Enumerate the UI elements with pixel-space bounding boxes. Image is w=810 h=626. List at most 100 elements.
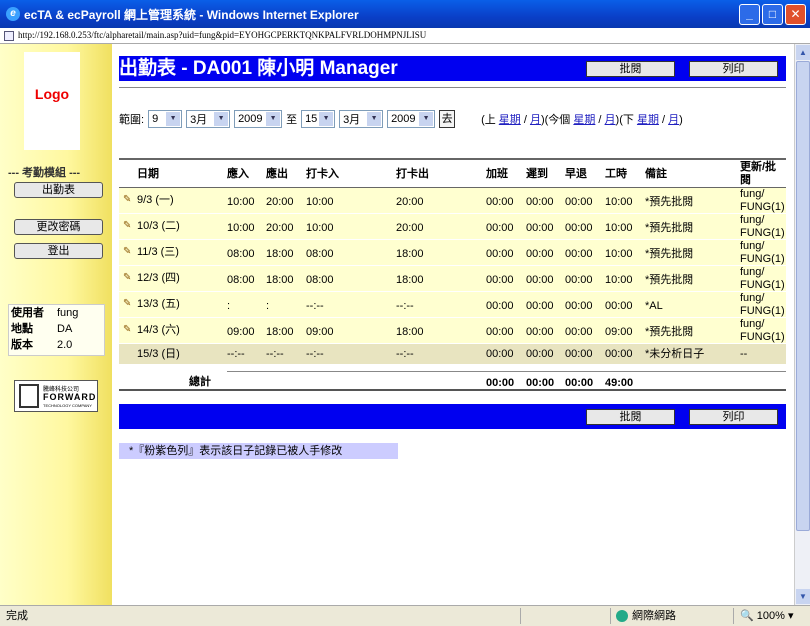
cell-ot: 00:00 (486, 196, 514, 208)
cell-update-user: fung/ (740, 318, 765, 330)
cell-hours: 10:00 (605, 196, 633, 208)
close-button[interactable]: ✕ (785, 4, 806, 25)
edit-pencil-icon[interactable]: ✎ (123, 194, 135, 205)
cell-date: 13/3 (五) (137, 298, 180, 310)
cell-out: : (266, 300, 270, 312)
cell-remark: *預先批閱 (645, 196, 694, 208)
from-day-select[interactable]: 9 ▼ (148, 110, 183, 128)
cell-update-approver: FUNG(1) (740, 253, 785, 265)
chevron-down-icon: ▼ (214, 112, 229, 126)
scroll-down-icon[interactable]: ▼ (796, 589, 810, 604)
logout-button[interactable]: 登出 (14, 243, 103, 259)
cell-date: 15/3 (日) (137, 348, 180, 360)
table-row: ✎ 11/3 (三) 08:00 18:00 08:00 18:00 00:00 00:00 0… (119, 240, 786, 266)
minimize-button[interactable]: _ (739, 4, 760, 25)
edit-pencil-icon[interactable]: ✎ (123, 298, 135, 309)
table-row: 15/3 (日) --:-- --:-- --:-- --:-- 00:00 00:00 00… (119, 344, 786, 365)
cell-hours: 09:00 (605, 326, 633, 338)
table-row: ✎ 14/3 (六) 09:00 18:00 09:00 18:00 00:00 00:00 0… (119, 318, 786, 344)
cell-in: 10:00 (227, 196, 255, 208)
print-button[interactable]: 列印 (689, 61, 778, 77)
col-ot: 加班 (486, 168, 508, 180)
scroll-up-icon[interactable]: ▲ (796, 45, 810, 60)
period-nav: (上 星期 / 月)(今個 星期 / 月)(下 星期 / 月) (481, 114, 683, 126)
current-month-link[interactable]: 月 (605, 114, 616, 126)
cell-hours: 10:00 (605, 274, 633, 286)
info-label: 版本 (11, 339, 33, 351)
info-value: 2.0 (57, 339, 73, 351)
cell-in: 10:00 (227, 222, 255, 234)
cell-update-approver: FUNG(1) (740, 331, 785, 343)
approve-button-bottom[interactable]: 批閱 (586, 409, 675, 425)
cell-punch-out: --:-- (396, 300, 414, 312)
address-url: http://192.168.0.253/ftc/alpharetail/mai… (18, 30, 427, 40)
cell-early: 00:00 (565, 274, 593, 286)
scrollbar[interactable]: ▲ ▼ (794, 44, 810, 605)
date-range: 範圍: 9 ▼ 3月 ▼ 2009 ▼ 至 15 ▼ 3月 ▼ 2009 ▼ 去 (上 星期… (119, 110, 683, 128)
cell-early: 00:00 (565, 196, 593, 208)
maximize-button[interactable]: □ (762, 4, 783, 25)
cell-remark: *預先批閱 (645, 326, 694, 338)
cell-late: 00:00 (526, 326, 554, 338)
cell-late: 00:00 (526, 196, 554, 208)
cell-punch-in: 08:00 (306, 248, 334, 260)
legend-note: *『粉紫色列』表示該日子記錄已被人手修改 (119, 443, 398, 459)
address-bar[interactable]: http://192.168.0.253/ftc/alpharetail/mai… (0, 28, 810, 44)
col-out: 應出 (266, 168, 288, 180)
chevron-down-icon: ▼ (367, 112, 382, 126)
cell-update-approver: FUNG(1) (740, 305, 785, 317)
info-label: 地點 (11, 323, 33, 335)
cell-date: 12/3 (四) (137, 272, 180, 284)
cell-ot: 00:00 (486, 348, 514, 360)
edit-pencil-icon[interactable]: ✎ (123, 324, 135, 335)
globe-icon (616, 610, 628, 622)
cell-in: : (227, 300, 231, 312)
change-password-button[interactable]: 更改密碼 (14, 219, 103, 235)
from-year-select[interactable]: 2009 ▼ (234, 110, 283, 128)
cell-hours: 10:00 (605, 248, 633, 260)
scroll-thumb[interactable] (796, 61, 810, 531)
cell-date: 14/3 (六) (137, 324, 180, 336)
print-button-bottom[interactable]: 列印 (689, 409, 778, 425)
chevron-down-icon: ▼ (319, 112, 334, 126)
status-text: 完成 (6, 610, 28, 622)
cell-remark: *預先批閱 (645, 274, 694, 286)
table-row: ✎ 10/3 (二) 10:00 20:00 10:00 20:00 00:00 00:00 0… (119, 214, 786, 240)
cell-ot: 00:00 (486, 222, 514, 234)
from-month-select[interactable]: 3月 ▼ (186, 110, 231, 128)
next-week-link[interactable]: 星期 (637, 114, 659, 126)
cell-remark: *AL (645, 300, 663, 312)
cell-update-approver: FUNG(1) (740, 227, 785, 239)
attendance-button[interactable]: 出勤表 (14, 182, 103, 198)
cell-out: --:-- (266, 348, 284, 360)
cell-remark: *預先批閱 (645, 248, 694, 260)
cell-in: --:-- (227, 348, 245, 360)
cell-late: 00:00 (526, 248, 554, 260)
to-year-select[interactable]: 2009 ▼ (387, 110, 436, 128)
cell-punch-out: 18:00 (396, 274, 424, 286)
range-label: 範圍: (119, 114, 145, 126)
to-month-select[interactable]: 3月 ▼ (339, 110, 384, 128)
edit-pencil-icon[interactable]: ✎ (123, 246, 135, 257)
current-week-link[interactable]: 星期 (573, 114, 595, 126)
col-update: 更新/批閱 (740, 161, 777, 186)
cell-punch-in: 08:00 (306, 274, 334, 286)
module-title: --- 考勤模組 --- (8, 167, 81, 179)
table-row: ✎ 12/3 (四) 08:00 18:00 08:00 18:00 00:00 00:00 0… (119, 266, 786, 292)
approve-button[interactable]: 批閱 (586, 61, 675, 77)
window-titlebar: e ecTA & ecPayroll 網上管理系統 - Windows Inte… (0, 0, 810, 28)
col-early: 早退 (565, 168, 587, 180)
window-title: ecTA & ecPayroll 網上管理系統 - Windows Intern… (24, 7, 359, 22)
zoom-control[interactable]: 🔍 100% ▾ (740, 606, 793, 626)
page-icon (4, 31, 14, 41)
go-button[interactable]: 去 (439, 110, 456, 128)
next-month-link[interactable]: 月 (668, 114, 679, 126)
info-value: fung (57, 307, 79, 319)
prev-week-link[interactable]: 星期 (499, 114, 521, 126)
cell-late: 00:00 (526, 348, 554, 360)
cell-out: 18:00 (266, 274, 294, 286)
to-day-select[interactable]: 15 ▼ (301, 110, 336, 128)
edit-pencil-icon[interactable]: ✎ (123, 272, 135, 283)
prev-month-link[interactable]: 月 (530, 114, 541, 126)
edit-pencil-icon[interactable]: ✎ (123, 220, 135, 231)
